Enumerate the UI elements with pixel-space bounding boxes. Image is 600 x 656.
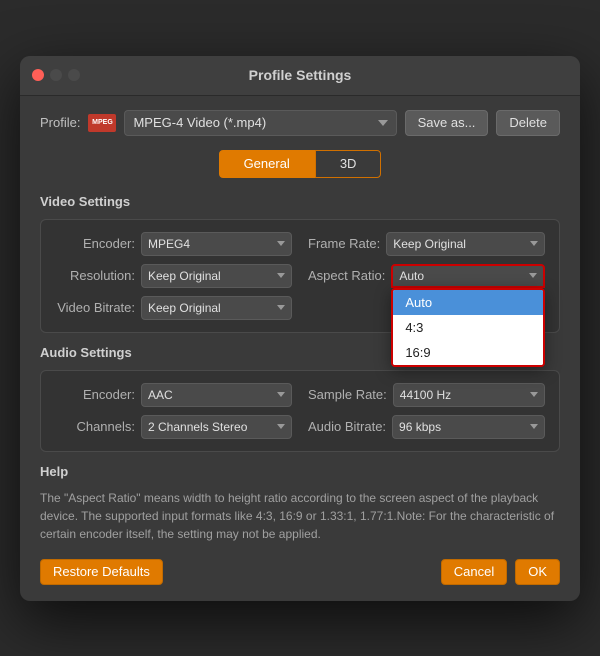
profile-label: Profile:	[40, 115, 80, 130]
sample-rate-row: Sample Rate: 44100 Hz	[308, 383, 545, 407]
aspect-ratio-option-4-3[interactable]: 4:3	[393, 315, 543, 340]
frame-rate-label: Frame Rate:	[308, 236, 380, 251]
audio-bitrate-select[interactable]: 96 kbps	[392, 415, 545, 439]
aspect-ratio-label: Aspect Ratio:	[308, 268, 385, 283]
resolution-select[interactable]: Keep Original	[141, 264, 292, 288]
save-as-button[interactable]: Save as...	[405, 110, 489, 136]
channels-row: Channels: 2 Channels Stereo	[55, 415, 292, 439]
video-bitrate-select[interactable]: Keep Original	[141, 296, 292, 320]
window-body: Profile: MPEG MPEG-4 Video (*.mp4) Save …	[20, 96, 580, 601]
tab-general[interactable]: General	[219, 150, 315, 178]
delete-button[interactable]: Delete	[496, 110, 560, 136]
aspect-ratio-row: Aspect Ratio: Auto Auto 4:3	[308, 264, 545, 288]
audio-settings-section: Encoder: AAC Sample Rate: 44100 Hz Chann…	[40, 370, 560, 452]
encoder-select[interactable]: MPEG4	[141, 232, 292, 256]
aspect-ratio-option-16-9[interactable]: 16:9	[393, 340, 543, 365]
profile-select[interactable]: MPEG-4 Video (*.mp4)	[124, 110, 396, 136]
bottom-row: Restore Defaults Cancel OK	[40, 559, 560, 585]
audio-bitrate-row: Audio Bitrate: 96 kbps	[308, 415, 545, 439]
sample-rate-label: Sample Rate:	[308, 387, 387, 402]
audio-bitrate-label: Audio Bitrate:	[308, 419, 386, 434]
resolution-row: Resolution: Keep Original	[55, 264, 292, 288]
traffic-lights	[32, 69, 80, 81]
audio-encoder-select[interactable]: AAC	[141, 383, 292, 407]
aspect-ratio-select[interactable]: Auto	[391, 264, 545, 288]
minimize-button[interactable]	[50, 69, 62, 81]
aspect-ratio-dropdown[interactable]: Auto 4:3 16:9	[391, 288, 545, 367]
video-settings-section: Encoder: MPEG4 Frame Rate: Keep Original…	[40, 219, 560, 333]
audio-encoder-label: Encoder:	[55, 387, 135, 402]
mpeg-icon: MPEG	[88, 114, 116, 132]
video-field-grid: Encoder: MPEG4 Frame Rate: Keep Original…	[55, 232, 545, 320]
encoder-row: Encoder: MPEG4	[55, 232, 292, 256]
audio-field-grid: Encoder: AAC Sample Rate: 44100 Hz Chann…	[55, 383, 545, 439]
help-text: The "Aspect Ratio" means width to height…	[40, 489, 560, 543]
help-header: Help	[40, 464, 560, 479]
bottom-right-buttons: Cancel OK	[441, 559, 560, 585]
help-section: Help The "Aspect Ratio" means width to h…	[40, 464, 560, 543]
audio-encoder-row: Encoder: AAC	[55, 383, 292, 407]
titlebar: Profile Settings	[20, 56, 580, 96]
aspect-ratio-option-auto[interactable]: Auto	[393, 290, 543, 315]
window-title: Profile Settings	[249, 67, 352, 83]
cancel-button[interactable]: Cancel	[441, 559, 507, 585]
maximize-button[interactable]	[68, 69, 80, 81]
tabs-row: General 3D	[40, 150, 560, 178]
sample-rate-select[interactable]: 44100 Hz	[393, 383, 545, 407]
profile-row: Profile: MPEG MPEG-4 Video (*.mp4) Save …	[40, 110, 560, 136]
close-button[interactable]	[32, 69, 44, 81]
resolution-label: Resolution:	[55, 268, 135, 283]
main-window: Profile Settings Profile: MPEG MPEG-4 Vi…	[20, 56, 580, 601]
ok-button[interactable]: OK	[515, 559, 560, 585]
channels-select[interactable]: 2 Channels Stereo	[141, 415, 292, 439]
restore-defaults-button[interactable]: Restore Defaults	[40, 559, 163, 585]
frame-rate-row: Frame Rate: Keep Original	[308, 232, 545, 256]
channels-label: Channels:	[55, 419, 135, 434]
video-bitrate-row: Video Bitrate: Keep Original	[55, 296, 292, 320]
encoder-label: Encoder:	[55, 236, 135, 251]
frame-rate-select[interactable]: Keep Original	[386, 232, 545, 256]
video-bitrate-label: Video Bitrate:	[55, 300, 135, 315]
video-settings-header: Video Settings	[40, 194, 560, 209]
tab-3d[interactable]: 3D	[315, 150, 382, 178]
